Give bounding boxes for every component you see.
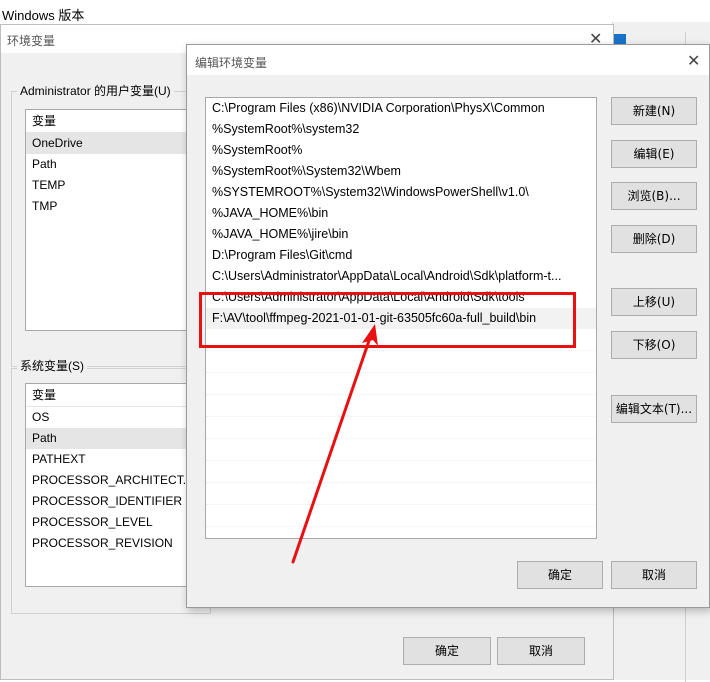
empty-row[interactable] [206,417,596,439]
path-entry[interactable]: %SystemRoot%\system32 [206,119,596,140]
path-entry[interactable]: C:\Users\Administrator\AppData\Local\And… [206,266,596,287]
empty-row[interactable] [206,483,596,505]
annotation-highlight-box [199,292,576,348]
edit-text-button[interactable]: 编辑文本(T)... [611,395,697,423]
edit-ok-button[interactable]: 确定 [517,561,603,589]
empty-row[interactable] [206,461,596,483]
edit-dialog-titlebar: 编辑环境变量 ✕ [187,45,709,75]
path-entry[interactable]: %SystemRoot%\System32\Wbem [206,161,596,182]
env-cancel-button[interactable]: 取消 [497,637,585,665]
delete-button[interactable]: 删除(D) [611,225,697,253]
path-entry[interactable]: %SYSTEMROOT%\System32\WindowsPowerShell\… [206,182,596,203]
browse-button[interactable]: 浏览(B)... [611,182,697,210]
empty-row[interactable] [206,373,596,395]
close-icon[interactable]: ✕ [687,51,700,71]
edit-dialog-title: 编辑环境变量 [195,56,268,70]
empty-row[interactable] [206,395,596,417]
move-up-button[interactable]: 上移(U) [611,288,697,316]
path-entry[interactable]: D:\Program Files\Git\cmd [206,245,596,266]
background-window-title: Windows 版本 [2,8,85,23]
user-variables-label: Administrator 的用户变量(U) [17,82,174,99]
empty-row[interactable] [206,505,596,527]
path-entry[interactable]: %SystemRoot% [206,140,596,161]
background-window-titlebar: Windows 版本 [0,0,710,26]
env-dialog-title: 环境变量 [7,34,56,48]
env-ok-button[interactable]: 确定 [403,637,491,665]
new-button[interactable]: 新建(N) [611,97,697,125]
system-variables-label: 系统变量(S) [17,357,87,374]
edit-cancel-button[interactable]: 取消 [611,561,697,589]
move-down-button[interactable]: 下移(O) [611,331,697,359]
path-entry[interactable]: %JAVA_HOME%\bin [206,203,596,224]
edit-button[interactable]: 编辑(E) [611,140,697,168]
path-entry[interactable]: C:\Program Files (x86)\NVIDIA Corporatio… [206,98,596,119]
path-entry[interactable]: %JAVA_HOME%\jire\bin [206,224,596,245]
empty-row[interactable] [206,351,596,373]
empty-row[interactable] [206,439,596,461]
